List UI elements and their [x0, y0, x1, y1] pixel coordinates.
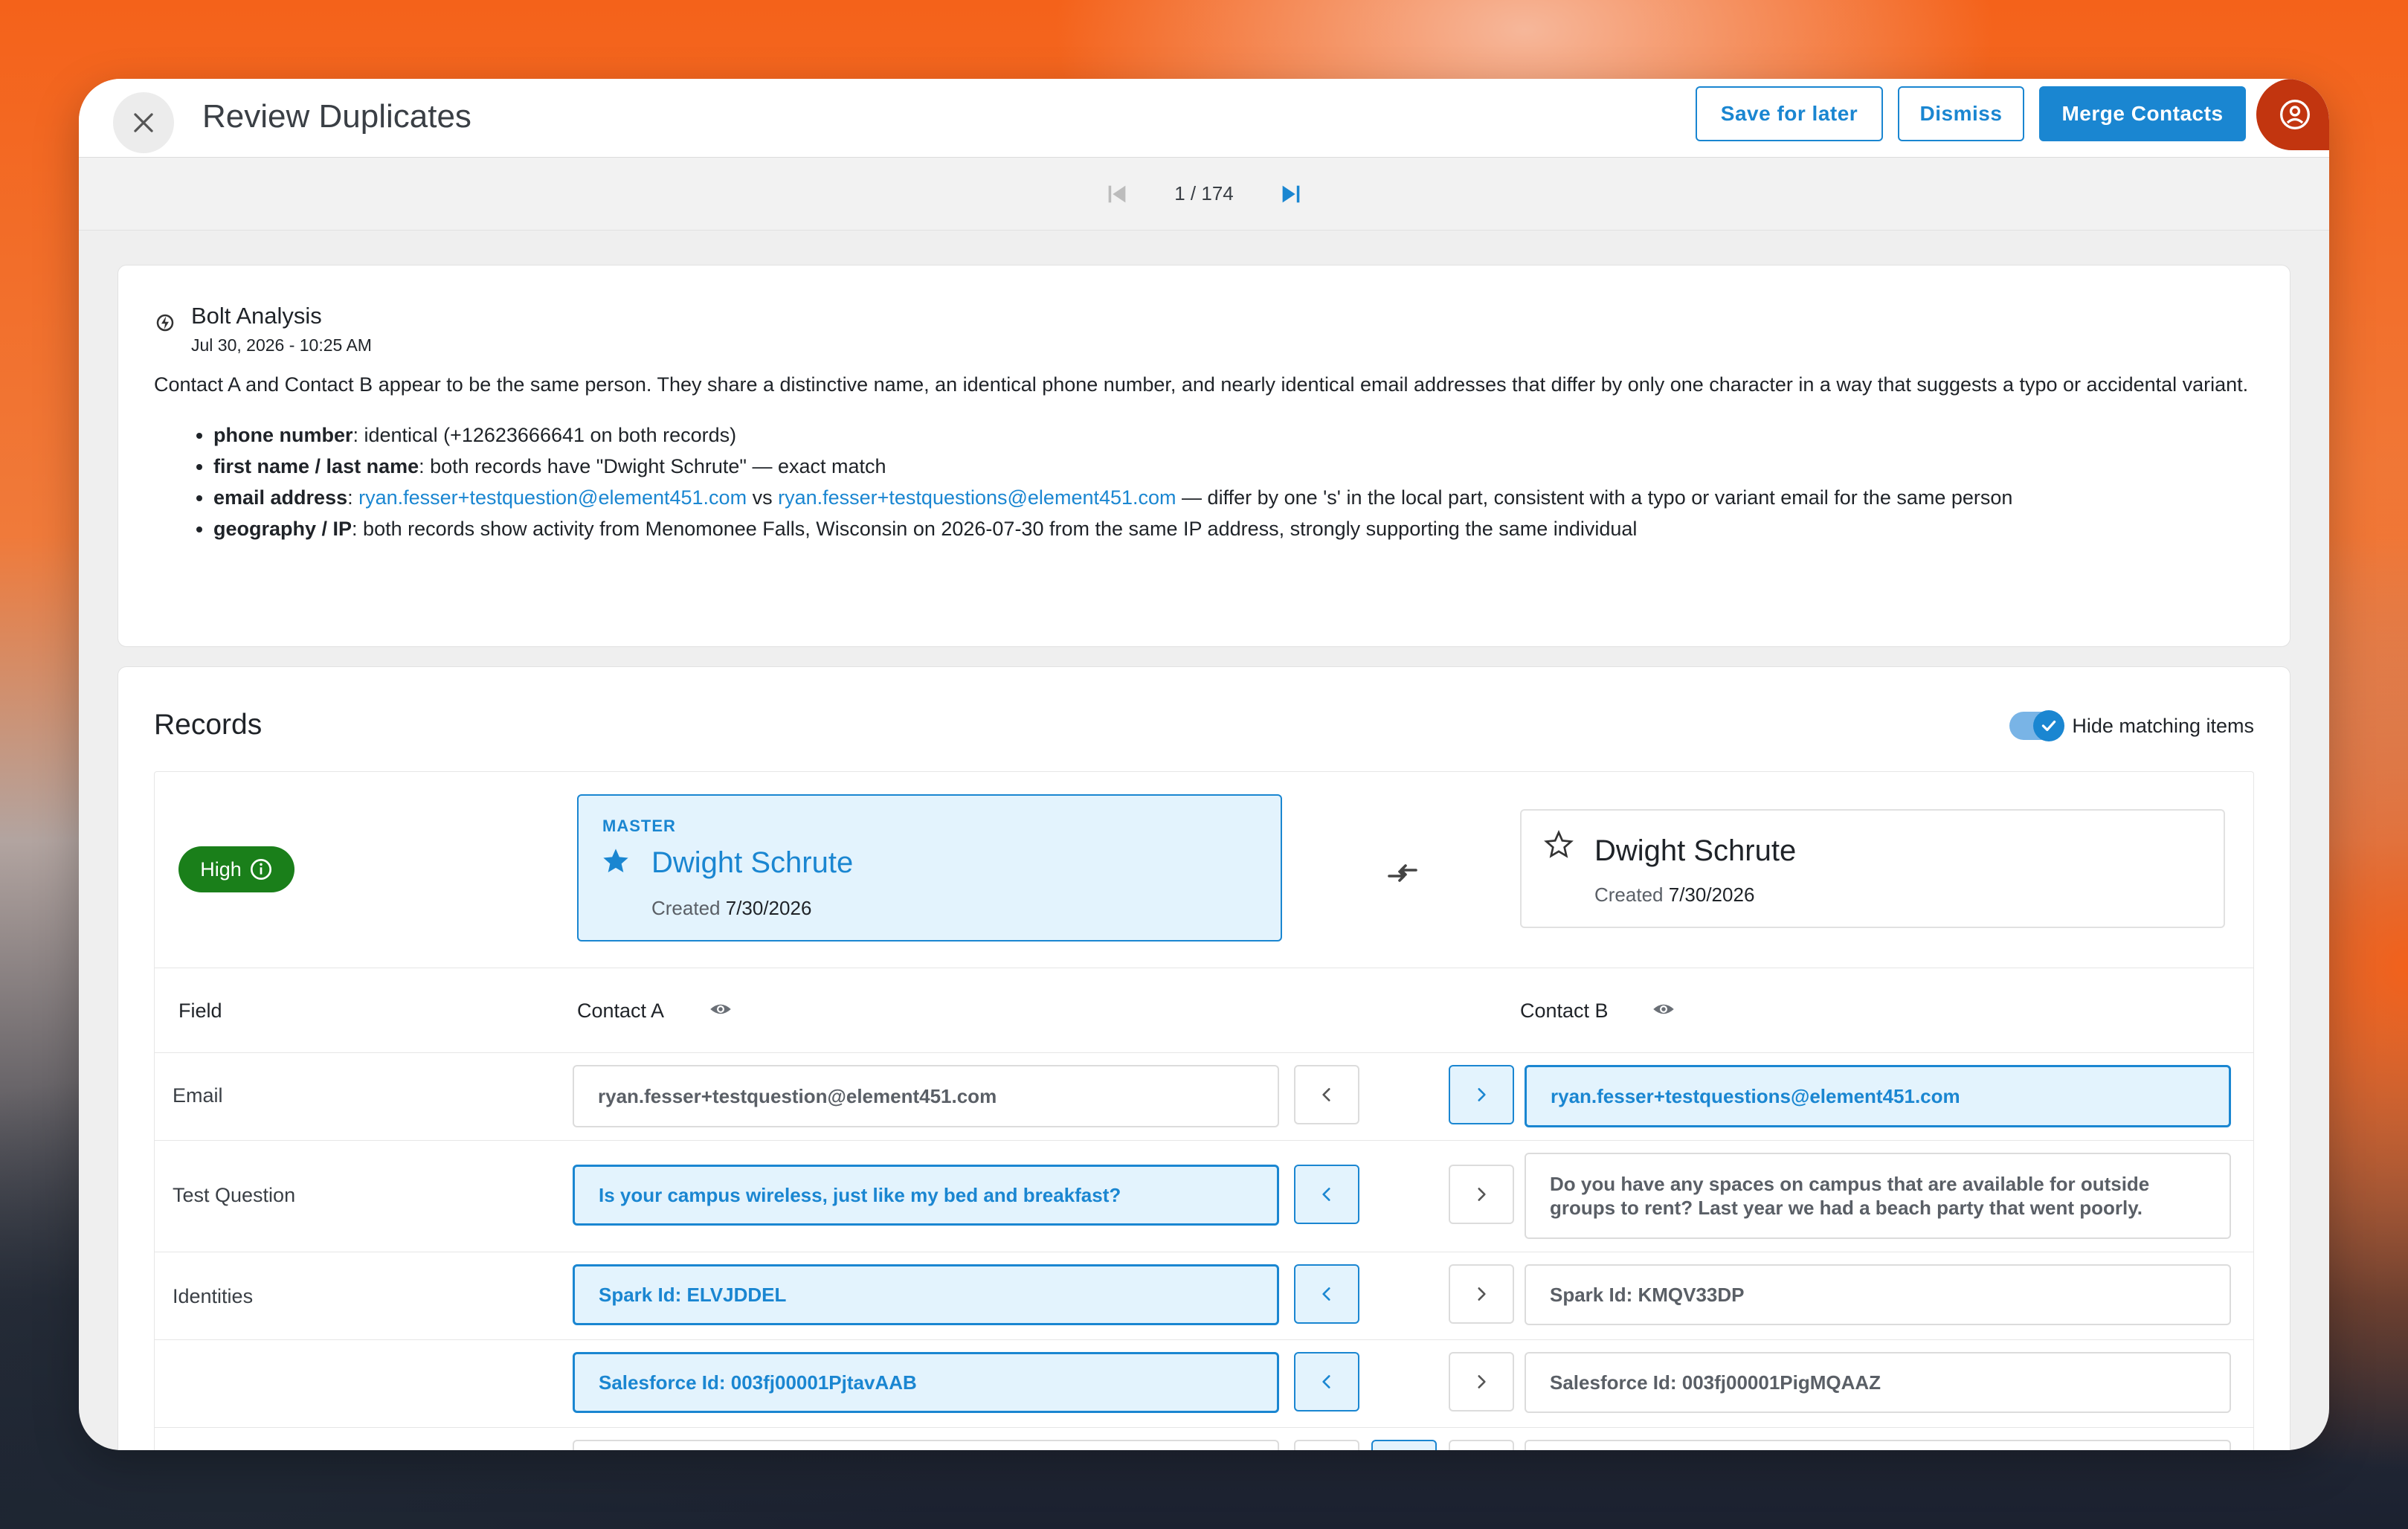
pick-button[interactable] [1371, 1440, 1437, 1450]
page-title: Review Duplicates [202, 98, 471, 135]
pick-a-button[interactable] [1294, 1065, 1359, 1124]
master-created: Created 7/30/2026 [651, 897, 812, 919]
pick-b-button[interactable] [1449, 1440, 1514, 1450]
records-card: Records Hide matching items High MASTER … [117, 666, 2291, 1450]
contacts-header-row: High MASTER Dwight Schrute Created 7/30/… [155, 772, 2253, 968]
contact-b-value[interactable]: ryan.fesser+testquestions@element451.com [1525, 1065, 2231, 1127]
list-item: first name / last name: both records hav… [213, 451, 2254, 482]
table-row: Identities Spark Id: ELVJDDEL Spark Id: … [155, 1252, 2253, 1340]
close-icon [134, 113, 153, 132]
table-row: Test Question Is your campus wireless, j… [155, 1141, 2253, 1252]
other-created: Created 7/30/2026 [1594, 883, 1755, 906]
page-count: 1 / 174 [1174, 182, 1234, 205]
last-page-icon[interactable] [1278, 181, 1304, 207]
bolt-icon [156, 314, 174, 332]
top-bar: Review Duplicates Save for later Dismiss… [79, 79, 2329, 158]
pick-a-button[interactable] [1294, 1352, 1359, 1411]
field-column-header: Field [178, 1000, 222, 1022]
list-item: phone number: identical (+12623666641 on… [213, 419, 2254, 451]
table-row [155, 1428, 2253, 1450]
pick-b-button[interactable] [1449, 1165, 1514, 1224]
chevron-left-icon [1322, 1188, 1330, 1201]
pick-b-button[interactable] [1449, 1065, 1514, 1124]
pick-a-button[interactable] [1294, 1264, 1359, 1324]
eye-icon[interactable] [706, 998, 735, 1020]
analysis-date: Jul 30, 2026 - 10:25 AM [191, 335, 372, 355]
contact-a-value[interactable]: Salesforce Id: 003fj00001PjtavAAB [573, 1352, 1279, 1413]
table-row: Email ryan.fesser+testquestion@element45… [155, 1053, 2253, 1141]
chevron-left-icon [1322, 1375, 1330, 1388]
master-label: MASTER [602, 817, 676, 835]
records-grid: High MASTER Dwight Schrute Created 7/30/… [154, 771, 2254, 1450]
hide-matching-toggle[interactable]: Hide matching items [2009, 710, 2254, 741]
field-label: Email [173, 1084, 223, 1107]
star-outline-icon[interactable] [1544, 830, 1574, 860]
bolt-analysis-card: Bolt Analysis Jul 30, 2026 - 10:25 AM Co… [117, 265, 2291, 647]
pick-b-button[interactable] [1449, 1264, 1514, 1324]
analysis-bullets: phone number: identical (+12623666641 on… [154, 419, 2254, 544]
eye-icon[interactable] [1649, 998, 1678, 1020]
other-contact-card[interactable]: Dwight Schrute Created 7/30/2026 [1520, 809, 2225, 928]
chevron-left-icon [1322, 1287, 1330, 1301]
chevron-left-icon [1322, 1088, 1330, 1101]
master-contact-card[interactable]: MASTER Dwight Schrute Created 7/30/2026 [577, 794, 1282, 941]
contact-b-value[interactable]: Do you have any spaces on campus that ar… [1525, 1153, 2231, 1239]
contact-a-value[interactable]: ryan.fesser+testquestion@element451.com [573, 1065, 1279, 1127]
dismiss-button[interactable]: Dismiss [1898, 86, 2024, 141]
chevron-right-icon [1478, 1375, 1486, 1388]
contact-a-value[interactable] [573, 1440, 1279, 1450]
pick-a-button[interactable] [1294, 1440, 1359, 1450]
contact-a-value[interactable]: Spark Id: ELVJDDEL [573, 1264, 1279, 1325]
toggle-label: Hide matching items [2072, 714, 2254, 737]
pick-a-button[interactable] [1294, 1165, 1359, 1224]
chevron-right-icon [1478, 1088, 1486, 1101]
first-page-icon[interactable] [1104, 181, 1130, 207]
contact-b-value[interactable]: Spark Id: KMQV33DP [1525, 1264, 2231, 1325]
pick-b-button[interactable] [1449, 1352, 1514, 1411]
field-label: Test Question [173, 1184, 296, 1206]
contact-a-column-header: Contact A [577, 1000, 665, 1022]
contact-b-value[interactable] [1525, 1440, 2231, 1450]
user-settings-icon [2280, 100, 2310, 129]
check-icon [2042, 720, 2056, 732]
analysis-summary: Contact A and Contact B appear to be the… [154, 373, 2249, 396]
email-b-link[interactable]: ryan.fesser+testquestions@element451.com [778, 486, 1176, 509]
records-title: Records [154, 709, 263, 741]
contact-b-column-header: Contact B [1520, 1000, 1609, 1022]
chevron-right-icon [1478, 1188, 1486, 1201]
save-for-later-button[interactable]: Save for later [1696, 86, 1883, 141]
review-duplicates-window: Review Duplicates Save for later Dismiss… [79, 79, 2329, 1450]
chevron-right-icon [1478, 1287, 1486, 1301]
column-header-row: Field Contact A Contact B [155, 968, 2253, 1053]
field-label: Identities [173, 1285, 254, 1307]
merge-contacts-button[interactable]: Merge Contacts [2039, 86, 2246, 141]
info-icon [250, 859, 271, 880]
confidence-badge[interactable]: High [178, 846, 294, 892]
close-button[interactable] [113, 92, 174, 153]
swap-icon[interactable] [1385, 855, 1420, 891]
user-menu-button[interactable] [2256, 79, 2329, 150]
pagination: 1 / 174 [79, 158, 2329, 231]
analysis-title: Bolt Analysis [191, 303, 322, 329]
contact-b-value[interactable]: Salesforce Id: 003fj00001PigMQAAZ [1525, 1352, 2231, 1413]
other-name: Dwight Schrute [1594, 834, 1797, 867]
list-item: geography / IP: both records show activi… [213, 513, 2254, 544]
master-name: Dwight Schrute [651, 846, 854, 879]
table-row: Salesforce Id: 003fj00001PjtavAAB Salesf… [155, 1340, 2253, 1428]
contact-a-value[interactable]: Is your campus wireless, just like my be… [573, 1165, 1279, 1226]
toggle-switch[interactable] [2009, 710, 2065, 741]
star-filled-icon[interactable] [601, 846, 631, 876]
email-a-link[interactable]: ryan.fesser+testquestion@element451.com [358, 486, 747, 509]
list-item: email address: ryan.fesser+testquestion@… [213, 482, 2254, 513]
